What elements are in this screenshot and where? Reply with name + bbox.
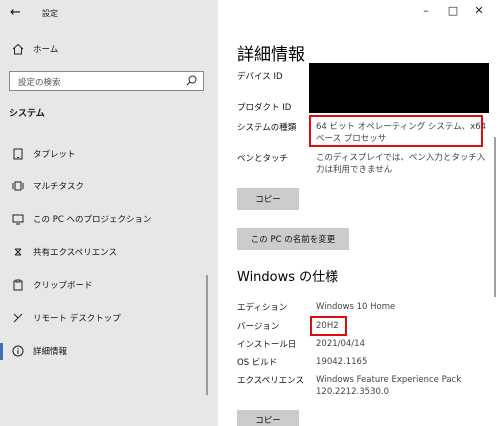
sidebar-item-label: この PC へのプロジェクション — [33, 215, 152, 225]
system-type-highlight — [309, 115, 483, 147]
experience-value: Windows Feature Experience Pack 120.2212… — [316, 374, 461, 398]
content-scrollbar[interactable] — [494, 137, 496, 297]
close-icon[interactable]: ✕ — [470, 4, 488, 17]
install-date-value: 2021/04/14 — [316, 339, 365, 349]
product-id-label: プロダクト ID — [237, 103, 292, 113]
back-arrow-icon[interactable]: ← — [10, 5, 21, 20]
clipboard-icon — [9, 279, 27, 291]
pen-touch-line-2: 力は利用できません — [316, 165, 393, 175]
pen-touch-label: ペンとタッチ — [237, 154, 289, 164]
redacted-ids — [309, 63, 489, 113]
sidebar-item-label: ホーム — [33, 45, 59, 55]
experience-line-2: 120.2212.3530.0 — [316, 387, 390, 397]
shared-experience-icon — [9, 246, 27, 258]
projection-icon — [9, 213, 27, 225]
window-title: 設定 — [42, 9, 58, 18]
maximize-icon[interactable]: □ — [444, 4, 462, 17]
sidebar-item-label: マルチタスク — [33, 182, 85, 192]
selected-indicator — [0, 343, 3, 360]
search-icon[interactable] — [186, 75, 197, 89]
rename-pc-button[interactable]: この PC の名前を変更 — [237, 228, 349, 250]
version-label: バージョン — [237, 322, 280, 332]
sidebar-item-label: タブレット — [33, 150, 76, 160]
install-date-label: インストール日 — [237, 340, 297, 350]
sidebar-item-remote-desktop[interactable]: リモート デスクトップ — [9, 309, 121, 327]
sidebar-item-tablet[interactable]: タブレット — [9, 145, 76, 163]
info-icon — [9, 345, 27, 357]
title-bar: ← 設定 – □ ✕ — [0, 0, 500, 28]
sidebar-item-label: リモート デスクトップ — [33, 314, 121, 324]
section-title: システム — [9, 109, 45, 119]
edition-value: Windows 10 Home — [316, 302, 396, 312]
sidebar-item-label: 共有エクスペリエンス — [33, 248, 117, 258]
sidebar-item-shared[interactable]: 共有エクスペリエンス — [9, 243, 117, 261]
experience-line-1: Windows Feature Experience Pack — [316, 375, 462, 385]
pen-touch-value: このディスプレイでは、ペン入力とタッチ入 力は利用できません — [316, 152, 485, 176]
os-build-value: 19042.1165 — [316, 357, 368, 367]
copy-windows-specs-button[interactable]: コピー — [237, 410, 299, 426]
version-highlight — [310, 316, 347, 336]
tablet-icon — [9, 148, 27, 160]
pen-touch-line-1: このディスプレイでは、ペン入力とタッチ入 — [316, 153, 486, 163]
home-icon — [9, 43, 27, 55]
sidebar-item-about[interactable]: 詳細情報 — [9, 342, 67, 360]
experience-label: エクスペリエンス — [237, 376, 304, 386]
remote-desktop-icon — [9, 312, 27, 324]
search-placeholder: 設定の検索 — [18, 78, 61, 88]
os-build-label: OS ビルド — [237, 358, 278, 368]
sidebar-item-home[interactable]: ホーム — [9, 40, 58, 58]
page-title: 詳細情報 — [237, 45, 305, 65]
search-input[interactable]: 設定の検索 — [9, 71, 204, 91]
sidebar-scrollbar[interactable] — [206, 275, 208, 395]
device-id-label: デバイス ID — [237, 72, 283, 82]
sidebar-item-label: クリップボード — [33, 281, 93, 291]
sidebar-item-multitask[interactable]: マルチタスク — [9, 177, 84, 195]
sidebar-item-projection[interactable]: この PC へのプロジェクション — [9, 210, 151, 228]
edition-label: エディション — [237, 303, 288, 313]
minimize-icon[interactable]: – — [417, 4, 435, 17]
multitask-icon — [9, 180, 27, 192]
sidebar-item-clipboard[interactable]: クリップボード — [9, 276, 93, 294]
copy-device-specs-button[interactable]: コピー — [237, 188, 299, 210]
system-type-label: システムの種類 — [237, 123, 297, 133]
windows-specs-heading: Windows の仕様 — [237, 270, 339, 285]
sidebar-item-label: 詳細情報 — [33, 347, 68, 357]
